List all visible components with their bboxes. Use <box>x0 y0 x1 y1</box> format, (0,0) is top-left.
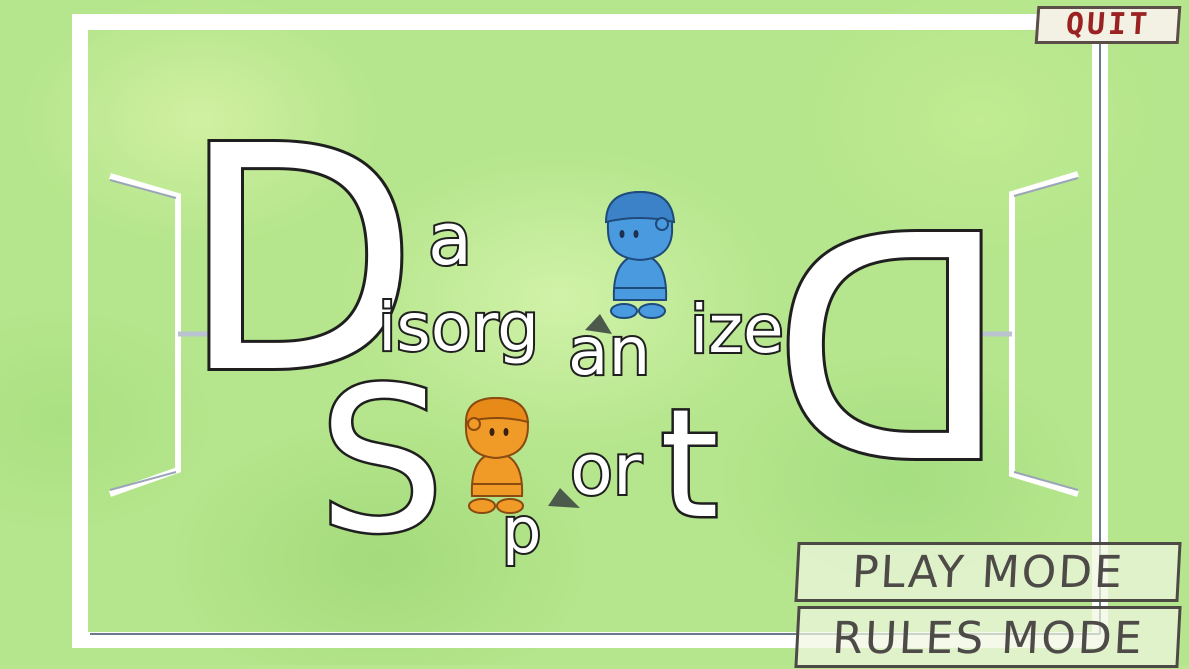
quit-button[interactable]: QUIT <box>1034 6 1182 44</box>
title-letters-o-r: or <box>570 429 642 511</box>
title-letter-t: t <box>660 378 719 552</box>
title-letter-D-right: D <box>771 171 1010 532</box>
title-letters-ize: ize <box>690 291 784 368</box>
play-mode-button[interactable]: PLAY MODE <box>794 542 1182 602</box>
blue-player-icon <box>604 190 676 319</box>
title-letters-an: an <box>568 313 650 390</box>
title-letter-S: S <box>318 345 445 578</box>
orange-player-icon <box>464 396 530 514</box>
title-word-a: a <box>428 197 472 281</box>
rules-mode-button[interactable]: RULES MODE <box>794 606 1182 668</box>
